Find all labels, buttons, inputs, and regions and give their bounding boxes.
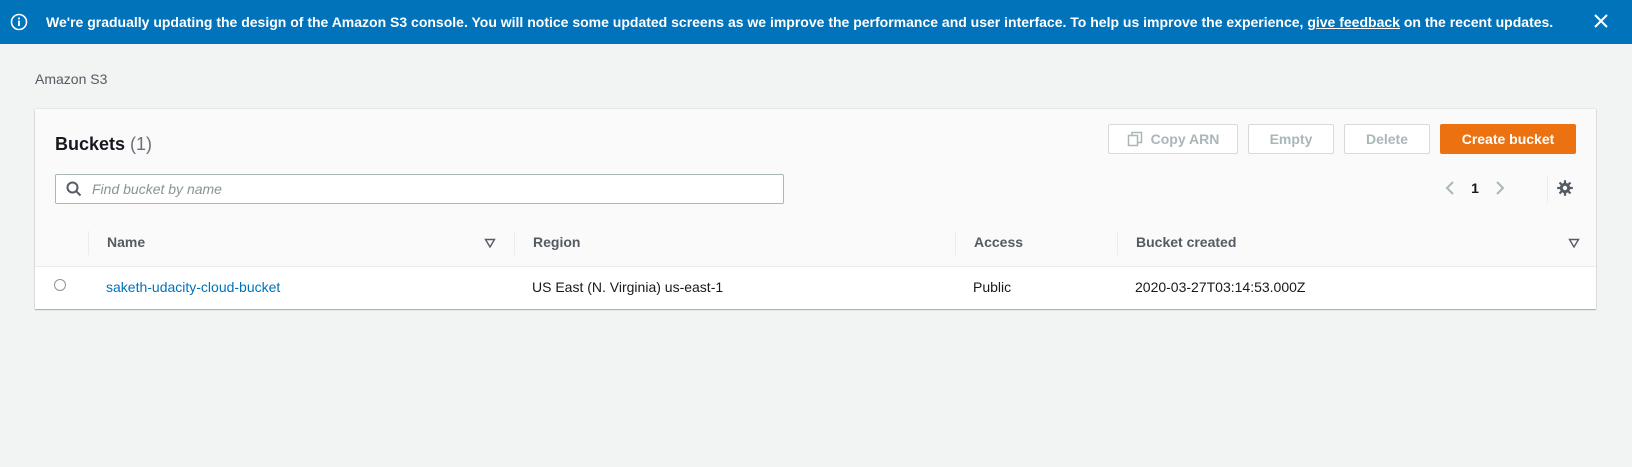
table-row: saketh-udacity-cloud-bucket US East (N. …: [35, 267, 1596, 307]
column-divider: [514, 231, 515, 255]
flash-banner: We're gradually updating the design of t…: [0, 0, 1632, 44]
empty-button[interactable]: Empty: [1248, 124, 1334, 154]
sort-down-icon[interactable]: [484, 236, 496, 249]
search-icon: [66, 181, 82, 197]
bucket-name-link[interactable]: saketh-udacity-cloud-bucket: [106, 267, 280, 307]
delete-button[interactable]: Delete: [1344, 124, 1430, 154]
banner-message: We're gradually updating the design of t…: [46, 14, 1553, 30]
sort-down-icon[interactable]: [1568, 236, 1580, 249]
breadcrumb[interactable]: Amazon S3: [35, 71, 107, 87]
column-header-name[interactable]: Name: [107, 219, 145, 266]
title-text: Buckets: [55, 134, 126, 154]
close-icon[interactable]: [1592, 12, 1610, 30]
copy-arn-button[interactable]: Copy ARN: [1108, 124, 1238, 154]
give-feedback-link[interactable]: give feedback: [1307, 14, 1400, 30]
copy-icon: [1127, 131, 1142, 147]
bucket-count: (1): [130, 134, 153, 154]
column-divider: [1117, 231, 1118, 255]
pager-divider: [1547, 175, 1548, 203]
search-box: [55, 174, 784, 204]
column-header-bucket-created[interactable]: Bucket created: [1136, 219, 1236, 266]
buckets-panel: Buckets (1) Copy ARN Empty Delete Create…: [35, 109, 1596, 309]
bucket-region: US East (N. Virginia) us-east-1: [532, 279, 724, 295]
copy-arn-label: Copy ARN: [1150, 131, 1220, 147]
info-icon: [10, 13, 28, 31]
bucket-access: Public: [973, 279, 1012, 295]
buckets-header: Buckets (1) Copy ARN Empty Delete Create…: [35, 109, 1596, 220]
pagination: 1: [1441, 179, 1509, 197]
page-title: Buckets (1): [55, 134, 152, 155]
table-header: Name Region Access Bucket created: [35, 219, 1596, 267]
banner-text-end: on the recent updates.: [1403, 14, 1554, 30]
create-bucket-button[interactable]: Create bucket: [1440, 124, 1576, 154]
banner-text: We're gradually updating the design of t…: [46, 14, 1304, 30]
chevron-right-icon[interactable]: [1491, 179, 1509, 197]
chevron-left-icon[interactable]: [1441, 179, 1459, 197]
bucket-created-date: 2020-03-27T03:14:53.000Z: [1135, 279, 1306, 295]
column-header-access[interactable]: Access: [974, 219, 1023, 266]
page-number[interactable]: 1: [1471, 180, 1479, 196]
row-radio[interactable]: [54, 279, 66, 291]
column-divider: [88, 231, 89, 255]
gear-icon[interactable]: [1556, 179, 1574, 197]
search-input[interactable]: [90, 180, 744, 198]
column-divider: [955, 231, 956, 255]
column-header-region[interactable]: Region: [533, 219, 580, 266]
